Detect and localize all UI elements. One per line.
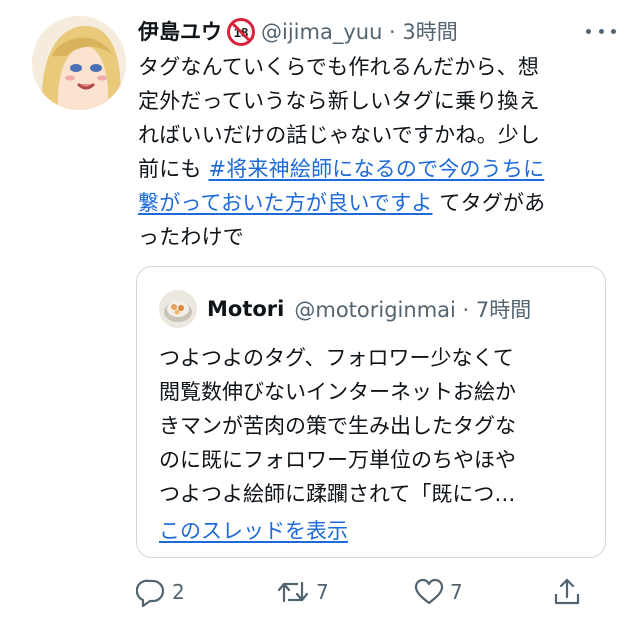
tweet-text-line: タグなんていくらでも作れるんだから、想 [138, 55, 540, 79]
tweet-text-line: 繋がっておいた方が良いですよ てタグがあ [138, 186, 616, 220]
retweet-button[interactable]: 7 [276, 572, 329, 612]
quoted-text-line: きマンが苦肉の策で生み出したタグな [159, 414, 516, 438]
tweet-text-line: 定外だっていうなら新しいタグに乗り換え [138, 89, 540, 113]
tweet-text-line: ったわけで [138, 225, 244, 249]
tweet-text-line: 前にも #将来神絵師になるので今のうちに [138, 152, 616, 186]
tweet-action-bar: 2 7 7 [136, 572, 592, 612]
tweet-body: タグなんていくらでも作れるんだから、想 定外だっていうなら新しいタグに乗り換え … [138, 50, 616, 254]
heart-icon [414, 577, 444, 607]
quoted-author-avatar [159, 290, 197, 328]
show-thread-link[interactable]: このスレッドを表示 [159, 515, 348, 545]
tweet-text-prefix: 前にも [138, 157, 209, 181]
author-avatar[interactable] [32, 16, 126, 110]
retweet-icon [276, 577, 310, 607]
like-count: 7 [450, 580, 463, 604]
reply-count: 2 [172, 580, 185, 604]
quoted-text-line: のに既にフォロワー万単位のちやほや [159, 448, 516, 472]
like-button[interactable]: 7 [414, 572, 463, 612]
reply-button[interactable]: 2 [136, 572, 185, 612]
hashtag-link-continued[interactable]: 繋がっておいた方が良いですよ [138, 191, 433, 215]
author-handle-time[interactable]: @ijima_yuu · 3時間 [261, 14, 458, 50]
tweet-text-line: ればいいだけの話じゃないですかね。少し [138, 123, 541, 147]
share-button[interactable] [552, 572, 582, 612]
tweet-header: 伊島ユウ 18 @ijima_yuu · 3時間 [138, 14, 458, 50]
no-under-18-icon: 18 [227, 18, 255, 46]
more-options-icon[interactable] [586, 18, 616, 44]
quoted-text-line: 閲覧数伸びないインターネットお絵か [159, 380, 516, 404]
author-display-name[interactable]: 伊島ユウ [138, 14, 222, 50]
quoted-author-handle-time: @motoriginmai · 7時間 [294, 298, 532, 322]
share-icon [552, 577, 582, 607]
reply-icon [136, 577, 166, 607]
quoted-text-line: つよつよ絵師に蹂躙されて「既につ… [159, 482, 516, 506]
tweet-text-suffix: てタグがあ [432, 191, 546, 215]
quoted-text-line: つよつよのタグ、フォロワー少なくて [159, 346, 514, 370]
quoted-author-display-name: Motori [207, 297, 285, 321]
quoted-tweet-header: Motori @motoriginmai · 7時間 [159, 289, 531, 329]
hashtag-link[interactable]: #将来神絵師になるので今のうちに [208, 157, 544, 181]
quoted-tweet-body: つよつよのタグ、フォロワー少なくて 閲覧数伸びないインターネットお絵か きマンが… [159, 341, 589, 511]
retweet-count: 7 [316, 580, 329, 604]
quoted-tweet-card[interactable]: Motori @motoriginmai · 7時間 つよつよのタグ、フォロワー… [136, 266, 606, 558]
